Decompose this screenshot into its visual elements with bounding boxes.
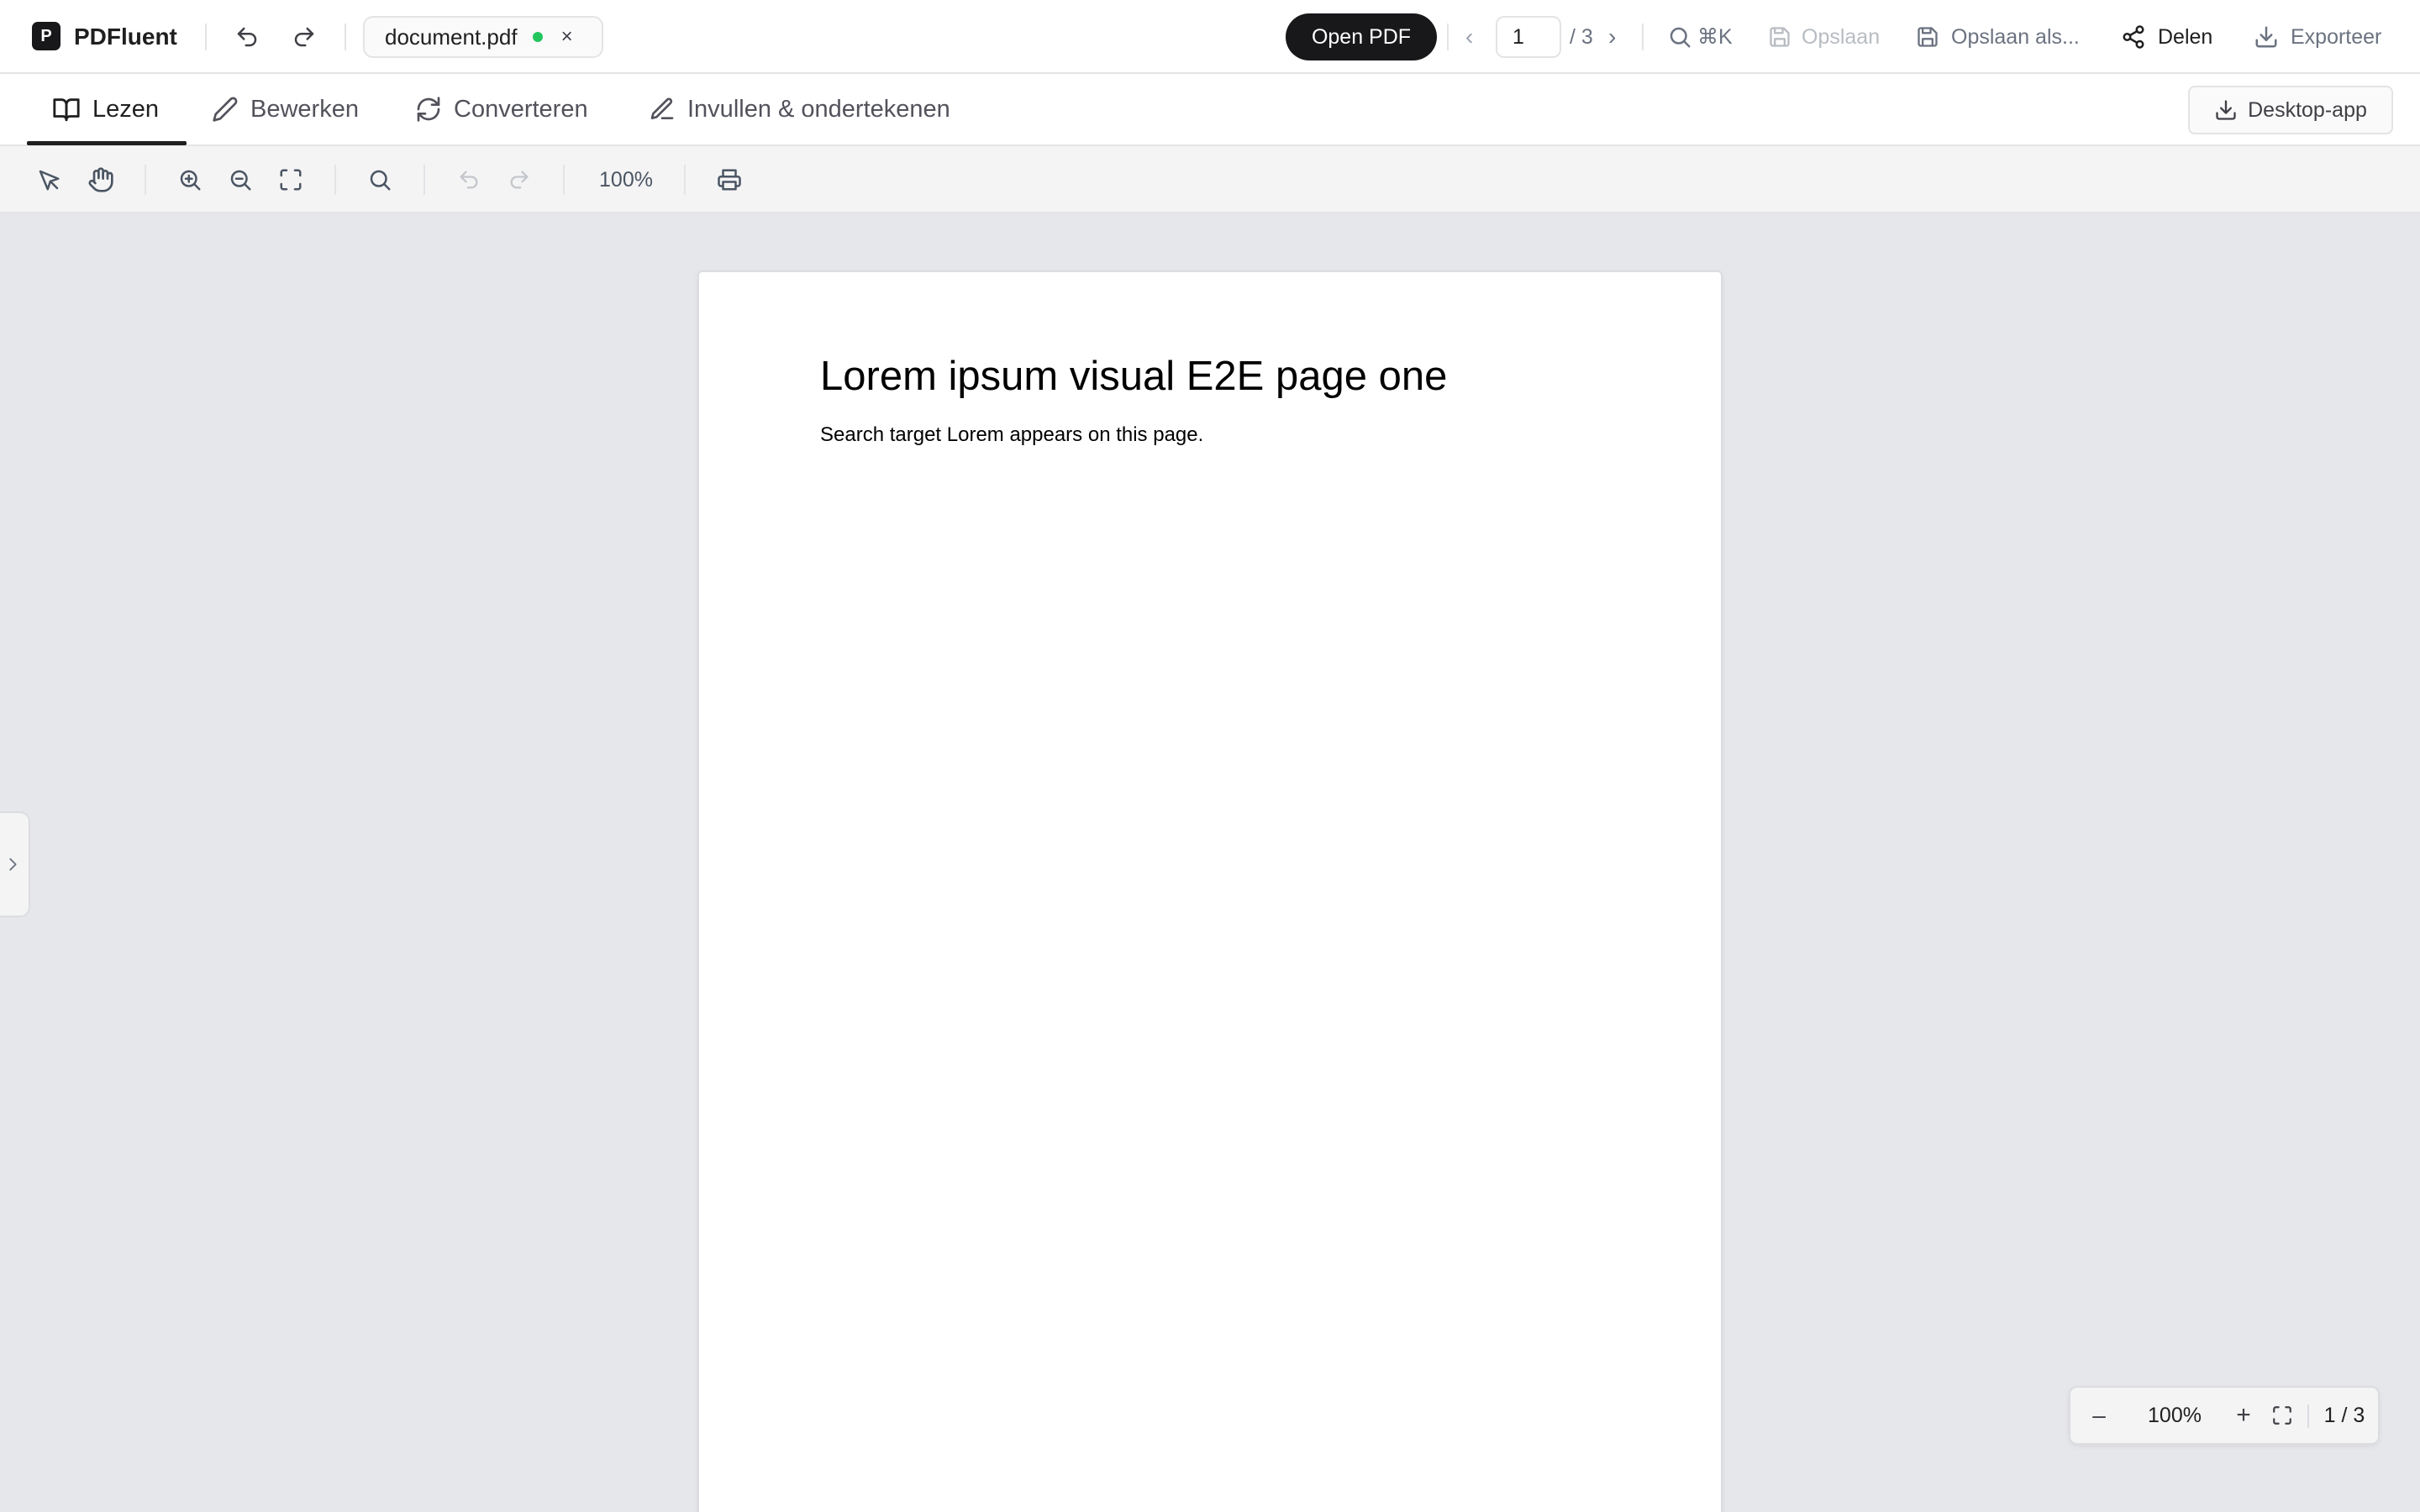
undo-button[interactable]	[230, 20, 264, 54]
zoom-out-button[interactable]	[224, 163, 257, 197]
logo-letter: P	[40, 26, 52, 45]
hand-pan-icon	[88, 167, 113, 192]
redo-icon	[294, 27, 314, 47]
save-icon	[1770, 27, 1790, 47]
tab-label: Invullen & ondertekenen	[687, 95, 950, 123]
search-button[interactable]: ⌘K	[1667, 20, 1733, 54]
desktop-app-button[interactable]: Desktop-app	[2188, 86, 2393, 134]
undo-icon	[460, 171, 478, 189]
save-as-icon	[1918, 27, 1938, 47]
file-name: document.pdf	[385, 24, 518, 50]
search-icon	[370, 170, 391, 191]
saved-status-dot	[532, 32, 543, 42]
pdf-page: Lorem ipsum visual E2E page one Search t…	[697, 270, 1723, 1512]
share-label: Delen	[2158, 24, 2213, 49]
close-file-button[interactable]: ×	[561, 25, 573, 49]
divider	[563, 165, 565, 195]
save-label: Opslaan	[1802, 24, 1881, 49]
fit-page-icon	[280, 169, 302, 191]
print-icon	[718, 169, 741, 191]
zoom-in-button[interactable]	[173, 163, 207, 197]
save-as-label: Opslaan als...	[1951, 24, 2080, 49]
find-button[interactable]	[363, 163, 397, 197]
tab-lezen[interactable]: Lezen	[52, 74, 159, 144]
top-bar: P PDFluent document.pdf × Open PDF ‹ 1 /…	[0, 0, 2420, 74]
redo-button[interactable]	[287, 20, 321, 54]
export-label: Exporteer	[2291, 24, 2382, 49]
zoom-in-icon	[180, 170, 201, 191]
page-indicator: 1 / 3	[2323, 1403, 2365, 1427]
divider	[334, 165, 336, 195]
divider	[145, 165, 146, 195]
sidebar-toggle-button[interactable]	[0, 811, 30, 917]
desktop-app-label: Desktop-app	[2248, 97, 2367, 122]
zoom-out-icon	[230, 170, 251, 191]
book-icon	[53, 98, 80, 122]
app-name: PDFluent	[74, 24, 177, 50]
download-icon	[2255, 26, 2277, 48]
fit-page-icon	[2273, 1406, 2291, 1425]
fit-page-button[interactable]	[274, 163, 308, 197]
download-icon	[2216, 100, 2236, 120]
view-toolbar: 100%	[0, 146, 2420, 213]
tab-invullen-ondertekenen[interactable]: Invullen & ondertekenen	[649, 74, 950, 144]
tab-label: Lezen	[92, 95, 160, 123]
share-button[interactable]: Delen	[2121, 20, 2212, 54]
mode-tab-bar: Lezen Bewerken Converteren Invullen & on…	[0, 74, 2420, 146]
hand-tool-button[interactable]	[84, 163, 118, 197]
fit-page-button[interactable]	[2265, 1388, 2299, 1443]
floating-zoom-controls: – 100% + 1 / 3	[2069, 1386, 2380, 1445]
page-total: / 3	[1570, 24, 1593, 49]
file-tab[interactable]: document.pdf ×	[363, 16, 603, 58]
refresh-icon	[417, 97, 440, 122]
page-number-input[interactable]: 1	[1496, 16, 1561, 58]
search-icon	[1670, 27, 1691, 48]
page-body-text: Search target Lorem appears on this page…	[820, 423, 1204, 446]
next-page-button[interactable]: ›	[1608, 20, 1616, 54]
select-tool-button[interactable]	[32, 163, 66, 197]
divider	[684, 165, 686, 195]
divider	[205, 24, 207, 50]
tab-label: Bewerken	[250, 95, 359, 123]
export-button[interactable]: Exporteer	[2254, 20, 2381, 54]
save-as-button[interactable]: Opslaan als...	[1916, 20, 2080, 54]
open-pdf-button[interactable]: Open PDF	[1286, 13, 1437, 60]
zoom-level[interactable]: 100%	[2124, 1388, 2225, 1443]
tab-bewerken[interactable]: Bewerken	[212, 74, 359, 144]
undo-icon	[237, 27, 257, 47]
active-tab-indicator	[27, 141, 187, 145]
redo-tool-button[interactable]	[502, 163, 536, 197]
undo-tool-button[interactable]	[452, 163, 486, 197]
zoom-out-button[interactable]: –	[2082, 1388, 2116, 1443]
select-pointer-icon	[39, 170, 60, 191]
page-heading: Lorem ipsum visual E2E page one	[820, 354, 1448, 399]
tab-converteren[interactable]: Converteren	[415, 74, 588, 144]
zoom-in-button[interactable]: +	[2227, 1388, 2260, 1443]
app-logo: P	[32, 22, 60, 50]
share-icon	[2123, 25, 2144, 49]
redo-icon	[510, 171, 529, 189]
divider	[2307, 1404, 2309, 1428]
chevron-right-icon	[9, 858, 17, 871]
divider	[1642, 24, 1644, 50]
divider	[424, 165, 425, 195]
save-button[interactable]: Opslaan	[1768, 20, 1880, 54]
pencil-icon	[213, 97, 238, 122]
pen-line-icon	[650, 97, 674, 119]
divider	[1447, 24, 1449, 50]
prev-page-button[interactable]: ‹	[1465, 20, 1473, 54]
divider	[345, 24, 346, 50]
search-shortcut: ⌘K	[1697, 25, 1733, 49]
tab-label: Converteren	[454, 95, 588, 123]
zoom-level[interactable]: 100%	[580, 163, 672, 197]
print-button[interactable]	[713, 163, 746, 197]
